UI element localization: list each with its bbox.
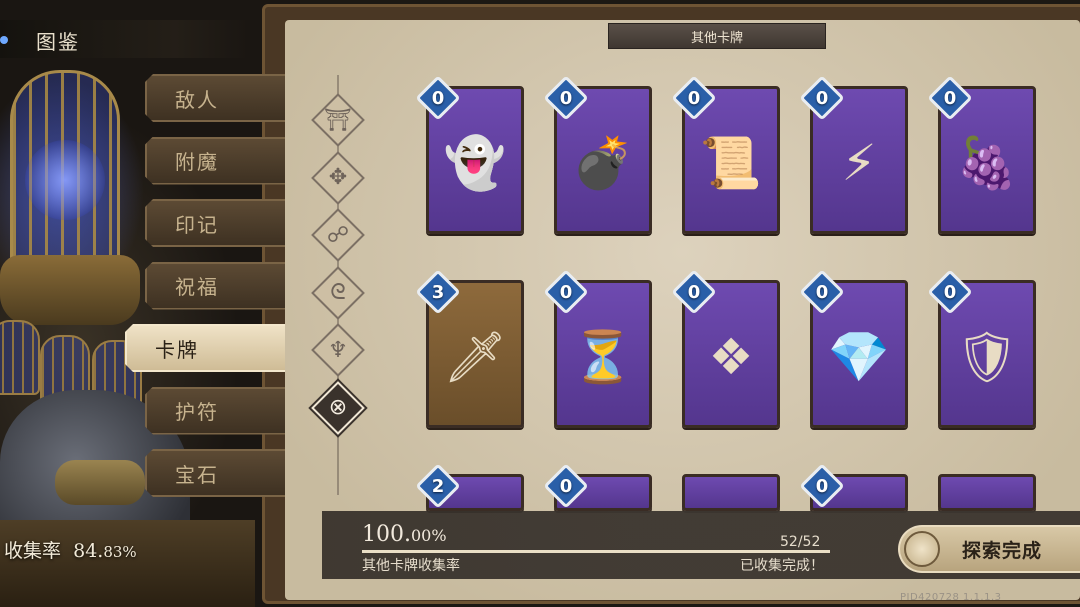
subcategory-1[interactable]: ✥	[311, 150, 365, 205]
subcategory-2[interactable]: ☍	[311, 208, 365, 262]
tab-label: 附魔	[175, 150, 219, 174]
kunai-scroll-icon: 📜	[699, 133, 763, 192]
card-cost: 0	[943, 281, 957, 303]
book-illustration	[0, 520, 255, 607]
progress-percent: 100.00%	[362, 522, 447, 547]
card-partial-card[interactable]	[938, 474, 1036, 511]
panel-title-text: 其他卡牌	[690, 30, 743, 46]
tab-label: 宝石	[175, 462, 219, 487]
collection-rate-decimal: 83%	[103, 543, 137, 561]
tab-label: 祝福	[175, 275, 219, 299]
lantern-base	[0, 255, 140, 325]
explore-complete-label: 探索完成	[962, 539, 1043, 562]
progress-fill	[362, 550, 830, 553]
tab-label: 印记	[175, 212, 219, 237]
progress-count: 52/52	[780, 534, 821, 550]
mask-emblem-icon: ♆	[328, 337, 348, 363]
compass-icon	[904, 531, 940, 567]
tab-category-0[interactable]: 敌人	[145, 74, 285, 122]
bronze-shield-amulet-icon: 🛡	[955, 327, 1019, 386]
card-cost: 0	[431, 87, 445, 109]
subcategory-5[interactable]: ⊗	[311, 380, 365, 435]
tab-label: 敌人	[175, 87, 219, 112]
tab-category-3[interactable]: 祝福	[145, 262, 285, 310]
build-id: PID420728 1.1.1.3	[900, 592, 1002, 603]
collection-rate-main: 84.	[67, 540, 103, 562]
card-cost: 0	[943, 87, 957, 109]
progress-status: 已收集完成！	[740, 558, 824, 574]
card-cost: 0	[815, 281, 829, 303]
tab-category-1[interactable]: 附魔	[145, 137, 285, 185]
subcategory-0[interactable]: ⛩	[311, 93, 365, 147]
card-cost: 2	[431, 475, 445, 497]
crystal-pendant-icon: ❖	[708, 327, 754, 386]
character-hand	[55, 460, 145, 505]
collection-rate-label: 收集率	[4, 540, 62, 562]
subcategory-3[interactable]: ᘓ	[311, 265, 365, 320]
panel-title: 其他卡牌	[608, 23, 826, 49]
header-dot-icon	[0, 36, 8, 44]
card-cost: 0	[687, 281, 701, 303]
lightning-burst-icon: ⚡	[841, 133, 877, 192]
pillar-emblem-icon: ⛩	[324, 107, 352, 133]
cage-illustration	[0, 320, 40, 395]
knot-emblem-icon: ✥	[328, 165, 348, 190]
progress-percent-decimal: 00%	[410, 526, 447, 545]
lantern-glow	[25, 140, 105, 220]
tab-label: 卡牌	[155, 337, 199, 362]
card-cost: 0	[815, 87, 829, 109]
page-title: 图鉴	[36, 30, 80, 54]
card-cost: 0	[559, 281, 573, 303]
card-cost: 0	[815, 475, 829, 497]
collection-rate: 收集率 84.83%	[4, 536, 137, 563]
other-emblem-icon: ⊗	[328, 395, 348, 420]
collection-rate-value: 84.	[73, 540, 104, 562]
tab-label: 护符	[175, 400, 219, 424]
card-cost: 0	[687, 87, 701, 109]
card-partial-card[interactable]	[682, 474, 780, 511]
devil-fruit-icon: 🍇	[955, 133, 1019, 192]
cursed-sword-icon: 🗡	[443, 327, 507, 386]
subcategory-4[interactable]: ♆	[311, 323, 365, 377]
card-cost: 0	[559, 87, 573, 109]
card-cost: 0	[559, 475, 573, 497]
tab-category-5[interactable]: 护符	[145, 387, 285, 435]
swirl-emblem-icon: ᘓ	[330, 280, 346, 305]
progress-label: 其他卡牌收集率	[362, 558, 460, 574]
tab-category-4[interactable]: 卡牌	[125, 324, 285, 372]
hourglass-vial-icon: ⏳	[571, 327, 635, 386]
progress-percent-main: 100.	[362, 522, 411, 547]
amethyst-cluster-icon: 💎	[827, 327, 891, 386]
tab-category-6[interactable]: 宝石	[145, 449, 285, 497]
card-cost: 3	[431, 281, 445, 303]
rune-emblem-icon: ☍	[326, 222, 350, 248]
ghost-cauldron-icon: 👻	[443, 133, 507, 192]
tab-category-2[interactable]: 印记	[145, 199, 285, 247]
red-bomb-icon: 💣	[571, 133, 635, 192]
